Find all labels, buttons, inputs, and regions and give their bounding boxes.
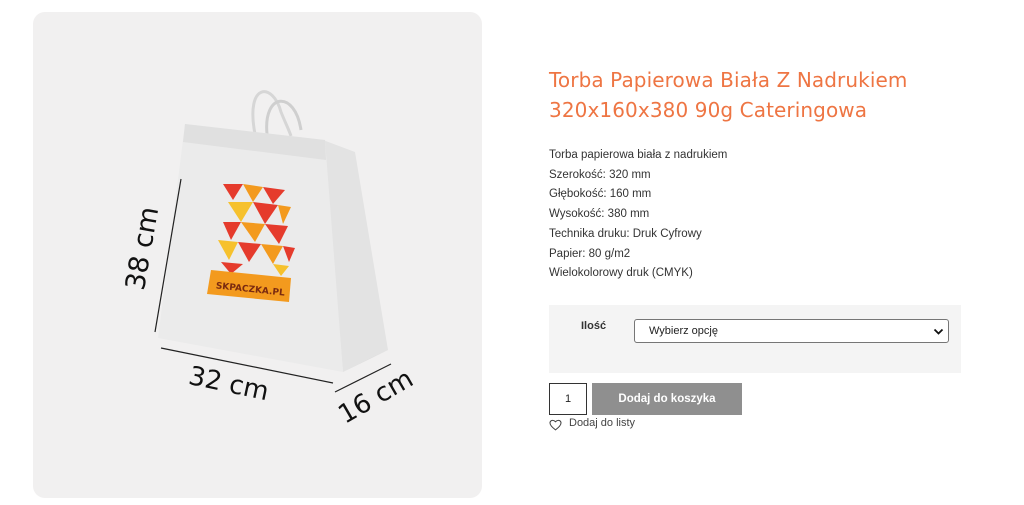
wishlist-label: Dodaj do listy [569,417,636,429]
description-line: Głębokość: 160 mm [549,188,652,201]
height-dimension-label: 38 cm [120,204,165,292]
description-line: Szerokość: 320 mm [549,168,651,181]
heart-icon [549,419,562,431]
quantity-input[interactable]: 1 [549,383,587,415]
quantity-option-select[interactable]: Wybierz opcję [634,319,949,343]
chevron-down-icon [933,328,944,335]
description-line: Wielokolorowy druk (CMYK) [549,267,693,280]
add-to-cart-button[interactable]: Dodaj do koszyka [592,383,742,415]
paper-bag-illustration: SKPACZKA.PL 38 cm 32 cm 16 cm [120,90,419,430]
product-image-panel[interactable]: SKPACZKA.PL 38 cm 32 cm 16 cm [33,12,482,498]
description-line: Torba papierowa biała z nadrukiem [549,149,728,161]
depth-dimension-label: 16 cm [333,364,418,430]
product-title: Torba Papierowa Biała Z Nadrukiem 320x16… [549,68,908,123]
variations-panel: Ilość Wybierz opcję [549,305,961,373]
description-line: Papier: 80 g/m2 [549,247,631,260]
bag-handle [251,90,293,137]
quantity-option-label: Ilość [581,320,607,332]
description-line: Technika druku: Druk Cyfrowy [549,227,702,240]
product-description: Torba papierowa biała z nadrukiem Szerok… [549,146,949,284]
select-value: Wybierz opcję [649,325,718,337]
quantity-value: 1 [565,393,572,405]
description-line: Wysokość: 380 mm [549,208,650,221]
